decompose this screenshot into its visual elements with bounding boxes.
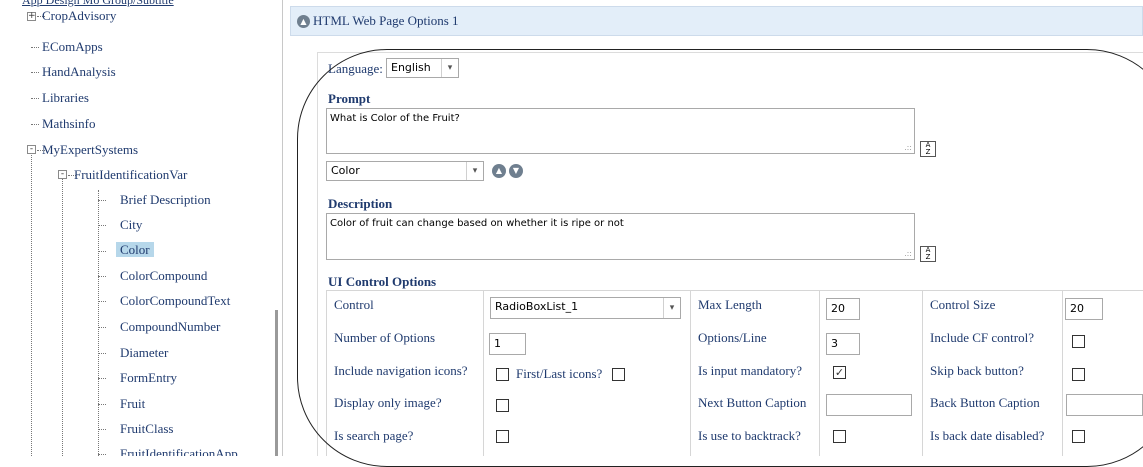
tree-item-ecomapps[interactable]: EComApps (38, 37, 107, 57)
options-per-line-label: Options/Line (698, 330, 767, 345)
tree-item-formentry[interactable]: FormEntry (116, 368, 181, 388)
display-only-image-label: Display only image? (334, 395, 442, 410)
tree-item-libraries[interactable]: Libraries (38, 88, 93, 108)
control-select[interactable]: RadioBoxList_1 ▾ (490, 297, 681, 319)
search-page-label: Is search page? (334, 428, 414, 443)
spellcheck-icon[interactable]: AZ (920, 141, 936, 157)
move-down-icon[interactable]: ▼ (509, 164, 523, 178)
back-caption-label: Back Button Caption (930, 395, 1040, 410)
first-last-icons-label: First/Last icons? (516, 366, 603, 381)
skip-back-label: Skip back button? (930, 363, 1024, 378)
number-of-options-input[interactable]: 1 (489, 333, 526, 355)
tree-item-brief-description[interactable]: Brief Description (116, 190, 215, 210)
tree-item-fruitidentificationapp[interactable]: FruitIdentificationApp (116, 444, 242, 456)
tree-item-handanalysis[interactable]: HandAnalysis (38, 62, 120, 82)
panel-header[interactable]: ▲ HTML Web Page Options 1 (290, 6, 1143, 36)
prompt-textarea[interactable]: What is Color of the Fruit? .:: (326, 108, 915, 154)
tree-item-fruit[interactable]: Fruit (116, 394, 149, 414)
tree-item-colorcompoundtext[interactable]: ColorCompoundText (116, 291, 234, 311)
backtrack-label: Is use to backtrack? (698, 428, 801, 443)
collapse-icon[interactable]: - (58, 170, 67, 179)
prompt-variable-select[interactable]: Color ▾ (326, 161, 484, 181)
tree-item-color[interactable]: Color (116, 240, 154, 260)
spellcheck-icon[interactable]: AZ (920, 246, 936, 262)
tree-item-mathsinfo[interactable]: Mathsinfo (38, 114, 99, 134)
tree-item-cropadvisory[interactable]: CropAdvisory (38, 6, 120, 26)
search-page-checkbox[interactable] (496, 430, 509, 443)
backtrack-checkbox[interactable] (833, 430, 846, 443)
next-caption-input[interactable] (826, 394, 912, 416)
chevron-down-icon: ▾ (441, 59, 458, 77)
max-length-input[interactable]: 20 (826, 298, 860, 320)
control-size-label: Control Size (930, 297, 996, 312)
description-heading: Description (328, 196, 393, 211)
include-nav-icons-label: Include navigation icons? (334, 363, 468, 378)
description-textarea[interactable]: Color of fruit can change based on wheth… (326, 213, 915, 260)
tree-item-compoundnumber[interactable]: CompoundNumber (116, 317, 224, 337)
language-label: Language: (328, 61, 383, 76)
mandatory-label: Is input mandatory? (698, 363, 802, 378)
first-last-icons-checkbox[interactable] (612, 368, 625, 381)
include-nav-icons-checkbox[interactable] (496, 368, 509, 381)
back-caption-input[interactable] (1066, 394, 1143, 416)
chevron-down-icon: ▾ (663, 298, 680, 318)
control-size-input[interactable]: 20 (1065, 298, 1103, 320)
include-cf-label: Include CF control? (930, 330, 1034, 345)
language-select[interactable]: English ▾ (386, 58, 459, 78)
display-only-image-checkbox[interactable] (496, 399, 509, 412)
resize-grip-icon[interactable]: .:: (904, 249, 912, 258)
next-caption-label: Next Button Caption (698, 395, 807, 410)
collapse-icon[interactable]: - (27, 145, 36, 154)
tree-item-city[interactable]: City (116, 215, 146, 235)
mandatory-checkbox[interactable]: ✓ (833, 366, 846, 379)
tree-item-myexpertsystems[interactable]: MyExpertSystems (38, 140, 142, 160)
tree-item-diameter[interactable]: Diameter (116, 343, 172, 363)
number-of-options-label: Number of Options (334, 330, 436, 345)
max-length-label: Max Length (698, 297, 762, 312)
tree-item-fruitclass[interactable]: FruitClass (116, 419, 177, 439)
control-label: Control (334, 297, 374, 312)
back-date-disabled-checkbox[interactable] (1072, 430, 1085, 443)
project-tree: App Design Mo Group/Subtitle + CropAdvis… (0, 0, 283, 456)
prompt-heading: Prompt (328, 91, 371, 106)
include-cf-checkbox[interactable] (1072, 335, 1085, 348)
skip-back-checkbox[interactable] (1072, 368, 1085, 381)
tree-item-colorcompound[interactable]: ColorCompound (116, 266, 211, 286)
back-date-disabled-label: Is back date disabled? (930, 428, 1045, 443)
tree-scrollbar[interactable] (275, 310, 278, 456)
chevron-down-icon: ▾ (466, 162, 483, 180)
resize-grip-icon[interactable]: .:: (904, 143, 912, 152)
options-per-line-input[interactable]: 3 (826, 333, 860, 355)
panel-title: HTML Web Page Options 1 (313, 13, 459, 28)
move-up-icon[interactable]: ▲ (492, 164, 506, 178)
ui-options-heading: UI Control Options (328, 274, 437, 289)
expand-icon[interactable]: + (27, 12, 36, 21)
tree-item-fruitidentificationvar[interactable]: FruitIdentificationVar (70, 165, 191, 185)
chevron-up-circle-icon[interactable]: ▲ (297, 15, 310, 28)
